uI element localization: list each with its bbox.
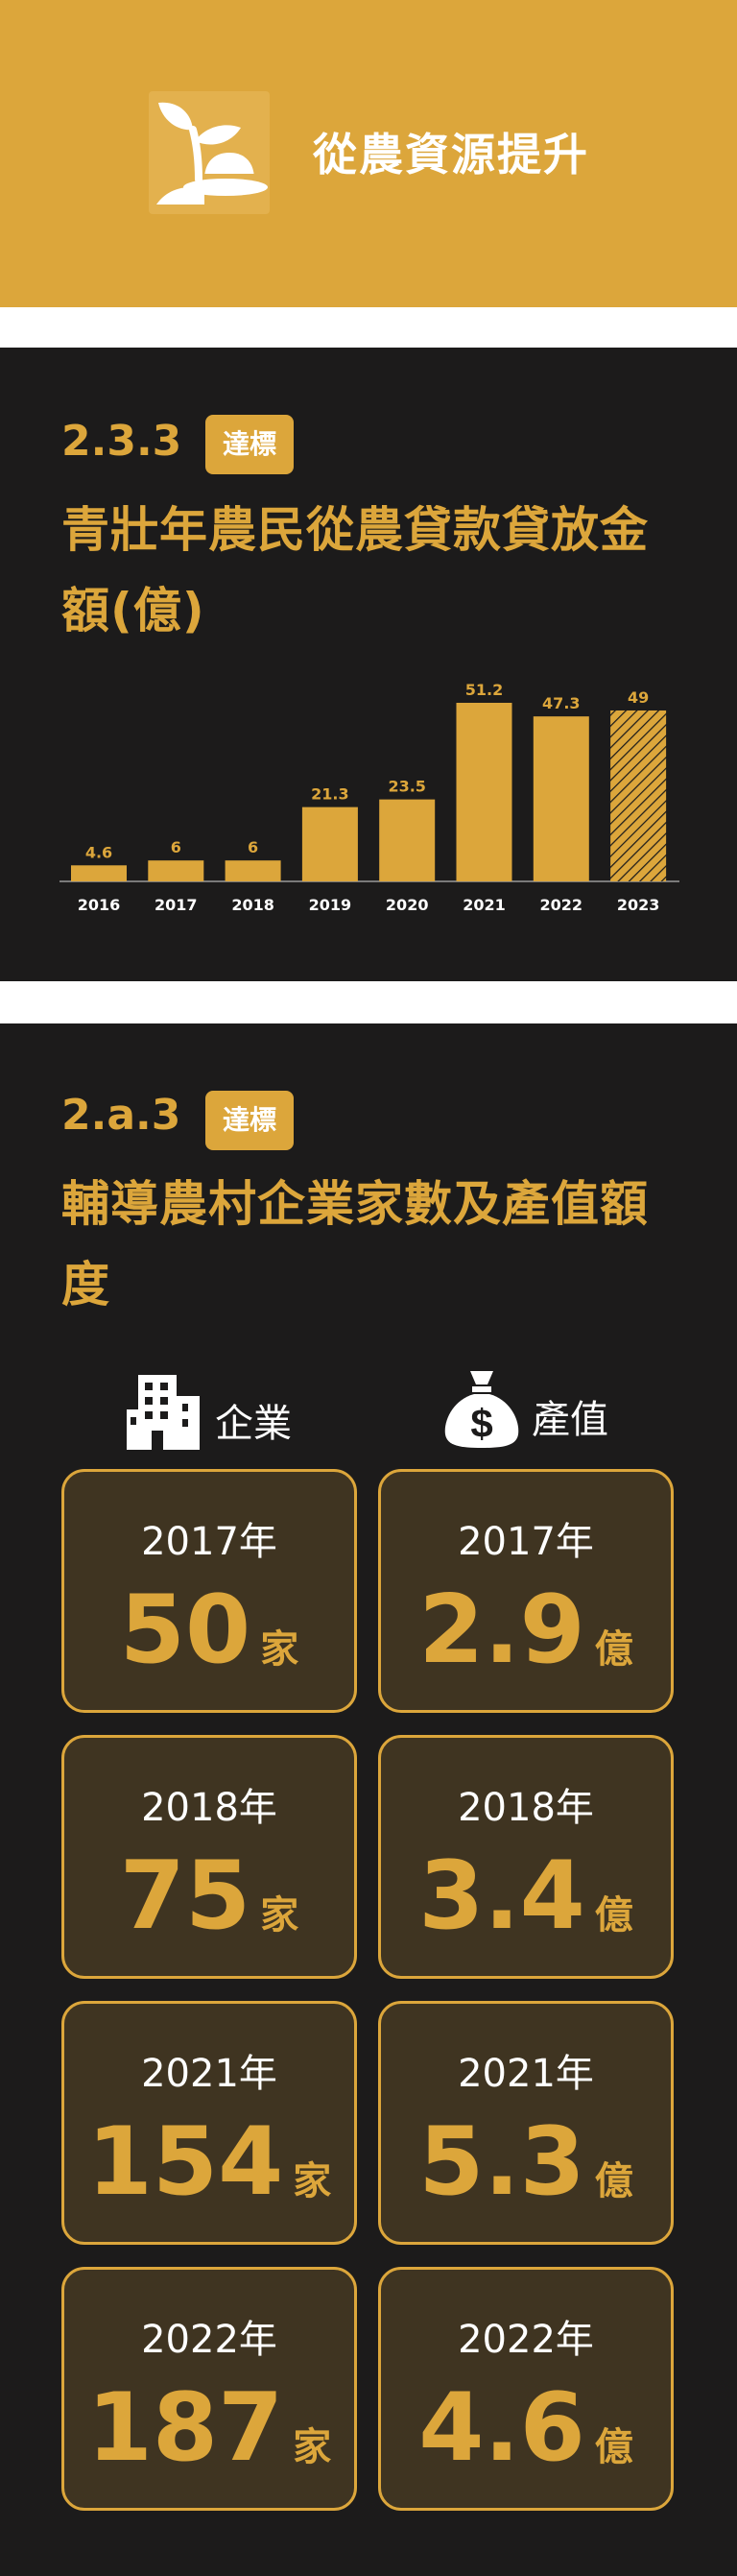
enterprise-card-2021: 2021年 154 家 <box>61 2001 357 2245</box>
count-unit: 家 <box>260 1893 299 1938</box>
bar-2023 <box>610 710 667 881</box>
enterprise-count: 75 <box>119 1842 251 1951</box>
x-tick-label-2020: 2020 <box>386 896 429 914</box>
data-label-2016: 4.6 <box>85 843 112 861</box>
building-icon <box>125 1371 203 1456</box>
x-tick-label-2016: 2016 <box>78 896 121 914</box>
data-label-2022: 47.3 <box>542 694 580 712</box>
enterprise-count: 50 <box>119 1576 251 1685</box>
card-year: 2022年 <box>458 2318 594 2362</box>
card-year: 2018年 <box>141 1786 277 1830</box>
x-tick-label-2021: 2021 <box>463 896 506 914</box>
x-tick-label-2019: 2019 <box>309 896 352 914</box>
enterprise-count: 154 <box>86 2107 284 2217</box>
value-card-2021: 2021年 5.3 億 <box>378 2001 674 2245</box>
enterprise-count: 187 <box>86 2373 284 2483</box>
value-card-2017: 2017年 2.9 億 <box>378 1469 674 1713</box>
count-unit: 家 <box>293 2425 332 2469</box>
value-card-2022: 2022年 4.6 億 <box>378 2267 674 2511</box>
card-value: 75 家 <box>64 1843 354 1949</box>
section-title-line2: 度 <box>61 1257 110 1312</box>
data-label-2019: 21.3 <box>311 785 348 804</box>
x-tick-label-2018: 2018 <box>231 896 274 914</box>
page-title: 從農資源提升 <box>313 129 589 181</box>
svg-text:$: $ <box>470 1401 492 1446</box>
output-value: 4.6 <box>418 2373 585 2483</box>
sprout-hat-icon <box>149 91 270 214</box>
card-value: 5.3 億 <box>381 2109 671 2215</box>
card-value: 50 家 <box>64 1577 354 1683</box>
bar-2017 <box>148 860 204 881</box>
enterprise-column-header: 企業 <box>125 1371 317 1457</box>
money-bag-icon: $ <box>441 1367 522 1454</box>
bar-2019 <box>301 807 358 881</box>
card-year: 2021年 <box>458 2052 594 2096</box>
loan-section: 2.3.3 達標 青壯年農民從農貸款貸放金 額(億) 4.6 2016 6 2017 6… <box>0 348 737 981</box>
enterprise-card-2017: 2017年 50 家 <box>61 1469 357 1713</box>
x-tick-label-2017: 2017 <box>155 896 198 914</box>
card-value: 3.4 億 <box>381 1843 671 1949</box>
data-label-2023: 49 <box>628 688 649 707</box>
bar-2022 <box>533 716 589 881</box>
output-value: 3.4 <box>418 1842 585 1951</box>
data-label-2020: 23.5 <box>388 778 425 796</box>
value-unit: 億 <box>594 1893 633 1938</box>
card-value: 187 家 <box>64 2375 354 2481</box>
card-value: 4.6 億 <box>381 2375 671 2481</box>
card-year: 2021年 <box>141 2052 277 2096</box>
bar-chart-svg: 4.6 2016 6 2017 6 2018 21.3 2019 23.5 2020 51.2 202… <box>59 681 679 914</box>
enterprise-card-2022: 2022年 187 家 <box>61 2267 357 2511</box>
x-tick-label-2022: 2022 <box>540 896 583 914</box>
enterprise-card-2018: 2018年 75 家 <box>61 1735 357 1979</box>
value-unit: 億 <box>594 2425 633 2469</box>
bar-2018 <box>225 860 281 881</box>
card-year: 2017年 <box>458 1520 594 1564</box>
data-label-2017: 6 <box>171 838 181 856</box>
data-label-2021: 51.2 <box>465 681 503 699</box>
output-value: 5.3 <box>418 2107 585 2217</box>
value-unit: 億 <box>594 1627 633 1672</box>
card-year: 2018年 <box>458 1786 594 1830</box>
count-unit: 家 <box>260 1627 299 1672</box>
header-banner: 從農資源提升 <box>0 0 737 307</box>
value-card-2018: 2018年 3.4 億 <box>378 1735 674 1979</box>
bar-2021 <box>456 703 512 881</box>
value-column-header: $ 產值 <box>441 1367 633 1454</box>
enterprise-label: 企業 <box>215 1402 292 1446</box>
bar-2020 <box>379 799 436 881</box>
section-title-line1: 輔導農村企業家數及產值額 <box>61 1176 649 1232</box>
output-value: 2.9 <box>418 1576 585 1685</box>
data-label-2018: 6 <box>248 838 258 856</box>
section-title: 輔導農村企業家數及產值額 度 <box>61 1164 695 1325</box>
section-number: 2.a.3 <box>61 1091 181 1140</box>
bar-2016 <box>71 865 127 881</box>
value-unit: 億 <box>594 2159 633 2203</box>
card-value: 154 家 <box>64 2109 354 2215</box>
status-badge: 達標 <box>205 1091 295 1150</box>
card-year: 2017年 <box>141 1520 277 1564</box>
enterprise-section: 2.a.3 達標 輔導農村企業家數及產值額 度 企業 $ 產值 2017年 50… <box>0 1023 737 2576</box>
count-unit: 家 <box>293 2159 332 2203</box>
x-tick-label-2023: 2023 <box>617 896 660 914</box>
card-value: 2.9 億 <box>381 1577 671 1683</box>
value-label: 產值 <box>532 1398 608 1442</box>
card-year: 2022年 <box>141 2318 277 2362</box>
